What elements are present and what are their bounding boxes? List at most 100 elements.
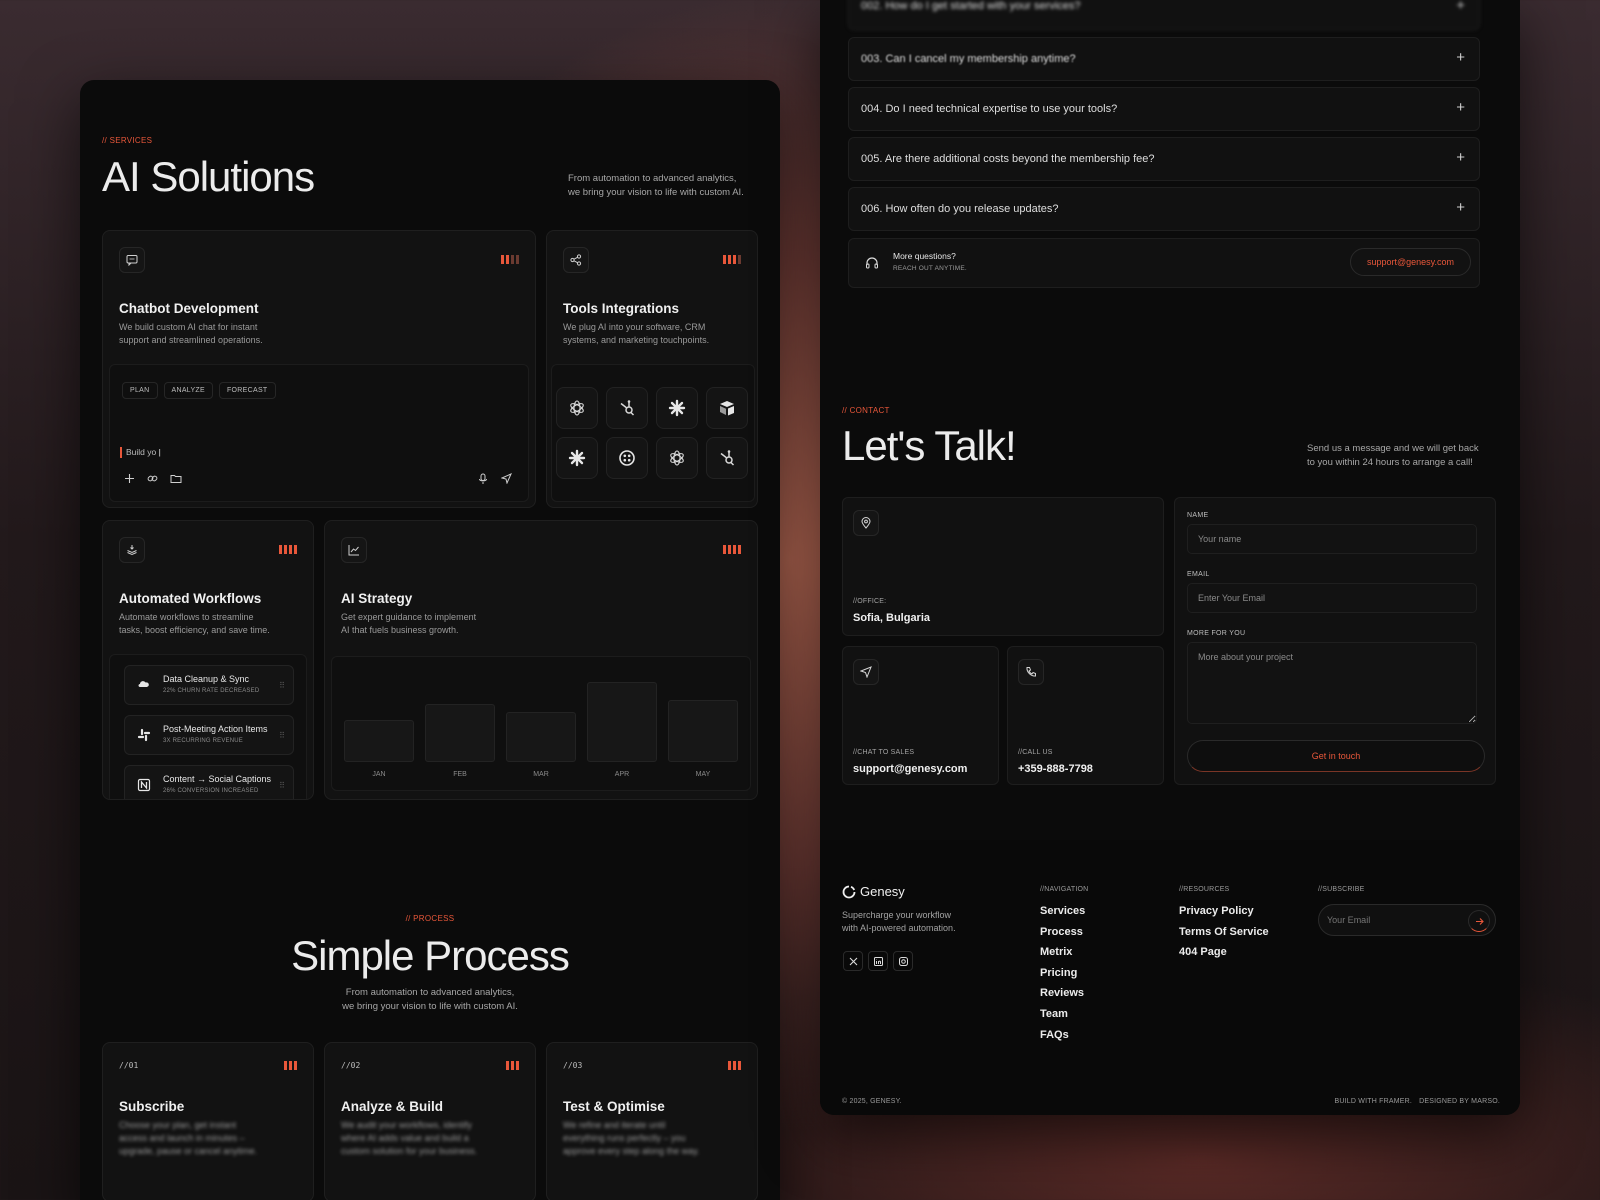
zapier-icon: [656, 387, 698, 429]
step-title: Subscribe: [119, 1099, 185, 1114]
footer-link-terms[interactable]: Terms Of Service: [1179, 926, 1269, 938]
location-pin-icon: [853, 510, 879, 536]
list-item[interactable]: Content → Social Captions 26% CONVERSION…: [124, 765, 294, 799]
drag-handle-icon[interactable]: ⠿: [279, 781, 285, 790]
contact-panel: 002. How do I get started with your serv…: [820, 0, 1520, 1115]
chip-plan[interactable]: PLAN: [122, 382, 158, 399]
process-eyebrow: // PROCESS: [405, 914, 455, 923]
link-icon[interactable]: [147, 473, 158, 484]
more-questions-sub: REACH OUT ANYTIME.: [893, 265, 967, 272]
plus-icon[interactable]: +: [1456, 99, 1465, 116]
send-icon: [853, 659, 879, 685]
project-textarea[interactable]: [1187, 642, 1477, 724]
footer-link-pricing[interactable]: Pricing: [1040, 967, 1077, 979]
workflows-title: Automated Workflows: [119, 591, 262, 606]
level-bars-icon: [723, 545, 741, 554]
copyright: © 2025, GENESY.: [842, 1098, 902, 1105]
faq-item[interactable]: 002. How do I get started with your serv…: [848, 0, 1480, 30]
instagram-icon[interactable]: [893, 951, 913, 971]
faq-item[interactable]: 006. How often do you release updates? +: [848, 187, 1480, 231]
plus-icon[interactable]: +: [1456, 199, 1465, 216]
faq-item[interactable]: 004. Do I need technical expertise to us…: [848, 87, 1480, 131]
subscribe-submit-button[interactable]: [1468, 910, 1490, 932]
workflow-title: Content → Social Captions: [163, 774, 272, 784]
chart-bar-mar: [506, 712, 576, 762]
hubspot-icon: [606, 387, 648, 429]
more-questions-title: More questions?: [893, 251, 956, 261]
footer-link-404[interactable]: 404 Page: [1179, 946, 1227, 958]
list-item[interactable]: Data Cleanup & Sync 22% CHURN RATE DECRE…: [124, 665, 294, 705]
support-email-button[interactable]: support@genesy.com: [1349, 248, 1471, 276]
chip-forecast[interactable]: FORECAST: [218, 382, 276, 399]
services-desc-line: From automation to advanced analytics,: [568, 173, 737, 184]
footer-brand[interactable]: Genesy: [842, 884, 905, 899]
step-title: Test & Optimise: [563, 1099, 665, 1114]
footer-link-services[interactable]: Services: [1040, 905, 1085, 917]
level-bars-icon: [279, 545, 297, 554]
drag-handle-icon[interactable]: ⠿: [279, 731, 285, 740]
contact-title: Let's Talk!: [842, 422, 1017, 469]
get-in-touch-button[interactable]: Get in touch: [1187, 740, 1485, 772]
chatbot-title: Chatbot Development: [119, 301, 259, 316]
strategy-bar-chart: JAN FEB MAR APR MAY: [331, 656, 751, 791]
linkedin-icon[interactable]: [868, 951, 888, 971]
footer-link-metrix[interactable]: Metrix: [1040, 946, 1072, 958]
chat-input[interactable]: Build yo |: [120, 447, 161, 458]
services-description: From automation to advanced analytics, w…: [568, 172, 768, 200]
footer-link-process[interactable]: Process: [1040, 926, 1083, 938]
process-step-card: //02 Analyze & Build We audit your workf…: [324, 1042, 536, 1200]
composer-tools: [124, 473, 182, 484]
office-label: //OFFICE:: [853, 598, 887, 605]
level-bars-icon: [501, 255, 519, 264]
openai-icon: [556, 387, 598, 429]
tools-card: Tools Integrations We plug AI into your …: [546, 230, 758, 508]
zapier-icon: [556, 437, 598, 479]
drag-handle-icon[interactable]: ⠿: [279, 681, 285, 690]
faq-item[interactable]: 005. Are there additional costs beyond t…: [848, 137, 1480, 181]
chart-bar-may: [668, 700, 738, 762]
chip-analyze[interactable]: ANALYZE: [163, 382, 213, 399]
designed-by[interactable]: DESIGNED BY MARSO.: [1419, 1098, 1500, 1105]
office-card: //OFFICE: Sofia, Bulgaria: [842, 497, 1164, 636]
more-label: MORE FOR YOU: [1187, 630, 1246, 637]
chat-to-sales-card[interactable]: //CHAT TO SALES support@genesy.com: [842, 646, 999, 785]
send-icon[interactable]: [501, 473, 512, 484]
contact-eyebrow: // CONTACT: [842, 406, 890, 415]
x-twitter-icon[interactable]: [843, 951, 863, 971]
plus-icon[interactable]: +: [1456, 0, 1465, 14]
footer-link-privacy[interactable]: Privacy Policy: [1179, 905, 1254, 917]
contact-form: NAME EMAIL MORE FOR YOU Get in touch: [1174, 497, 1496, 785]
step-number: //03: [563, 1061, 583, 1070]
microphone-icon[interactable]: [478, 473, 488, 485]
openai-icon: [656, 437, 698, 479]
plus-icon[interactable]: +: [1456, 149, 1465, 166]
plus-icon[interactable]: [124, 473, 135, 484]
call-us-card[interactable]: //CALL US +359-888-7798: [1007, 646, 1164, 785]
faq-item[interactable]: 003. Can I cancel my membership anytime?…: [848, 37, 1480, 81]
footer-link-reviews[interactable]: Reviews: [1040, 987, 1084, 999]
notion-icon: [137, 778, 151, 792]
process-step-card: //03 Test & Optimise We refine and itera…: [546, 1042, 758, 1200]
build-with-framer[interactable]: BUILD WITH FRAMER.: [1335, 1098, 1413, 1105]
slack-icon: [137, 728, 151, 742]
footer-link-team[interactable]: Team: [1040, 1008, 1068, 1020]
subscribe-email-input[interactable]: [1327, 912, 1457, 928]
airtable-icon: [706, 387, 748, 429]
line-chart-icon: [341, 537, 367, 563]
footer-link-faqs[interactable]: FAQs: [1040, 1029, 1069, 1041]
phone-number[interactable]: +359-888-7798: [1018, 763, 1093, 775]
services-panel: // SERVICES AI Solutions From automation…: [80, 80, 780, 1200]
twilio-icon: [606, 437, 648, 479]
brand-name: Genesy: [860, 884, 905, 899]
sales-email[interactable]: support@genesy.com: [853, 763, 967, 775]
services-title: AI Solutions: [102, 153, 315, 200]
chatbot-description: We build custom AI chat for instant suppo…: [119, 322, 263, 345]
name-input[interactable]: [1187, 524, 1477, 554]
list-item[interactable]: Post-Meeting Action Items 3X RECURRING R…: [124, 715, 294, 755]
plus-icon[interactable]: +: [1456, 49, 1465, 66]
email-input[interactable]: [1187, 583, 1477, 613]
chart-tick-label: APR: [614, 771, 630, 778]
folder-icon[interactable]: [170, 473, 182, 484]
office-value: Sofia, Bulgaria: [853, 612, 931, 624]
stack-icon: [119, 537, 145, 563]
